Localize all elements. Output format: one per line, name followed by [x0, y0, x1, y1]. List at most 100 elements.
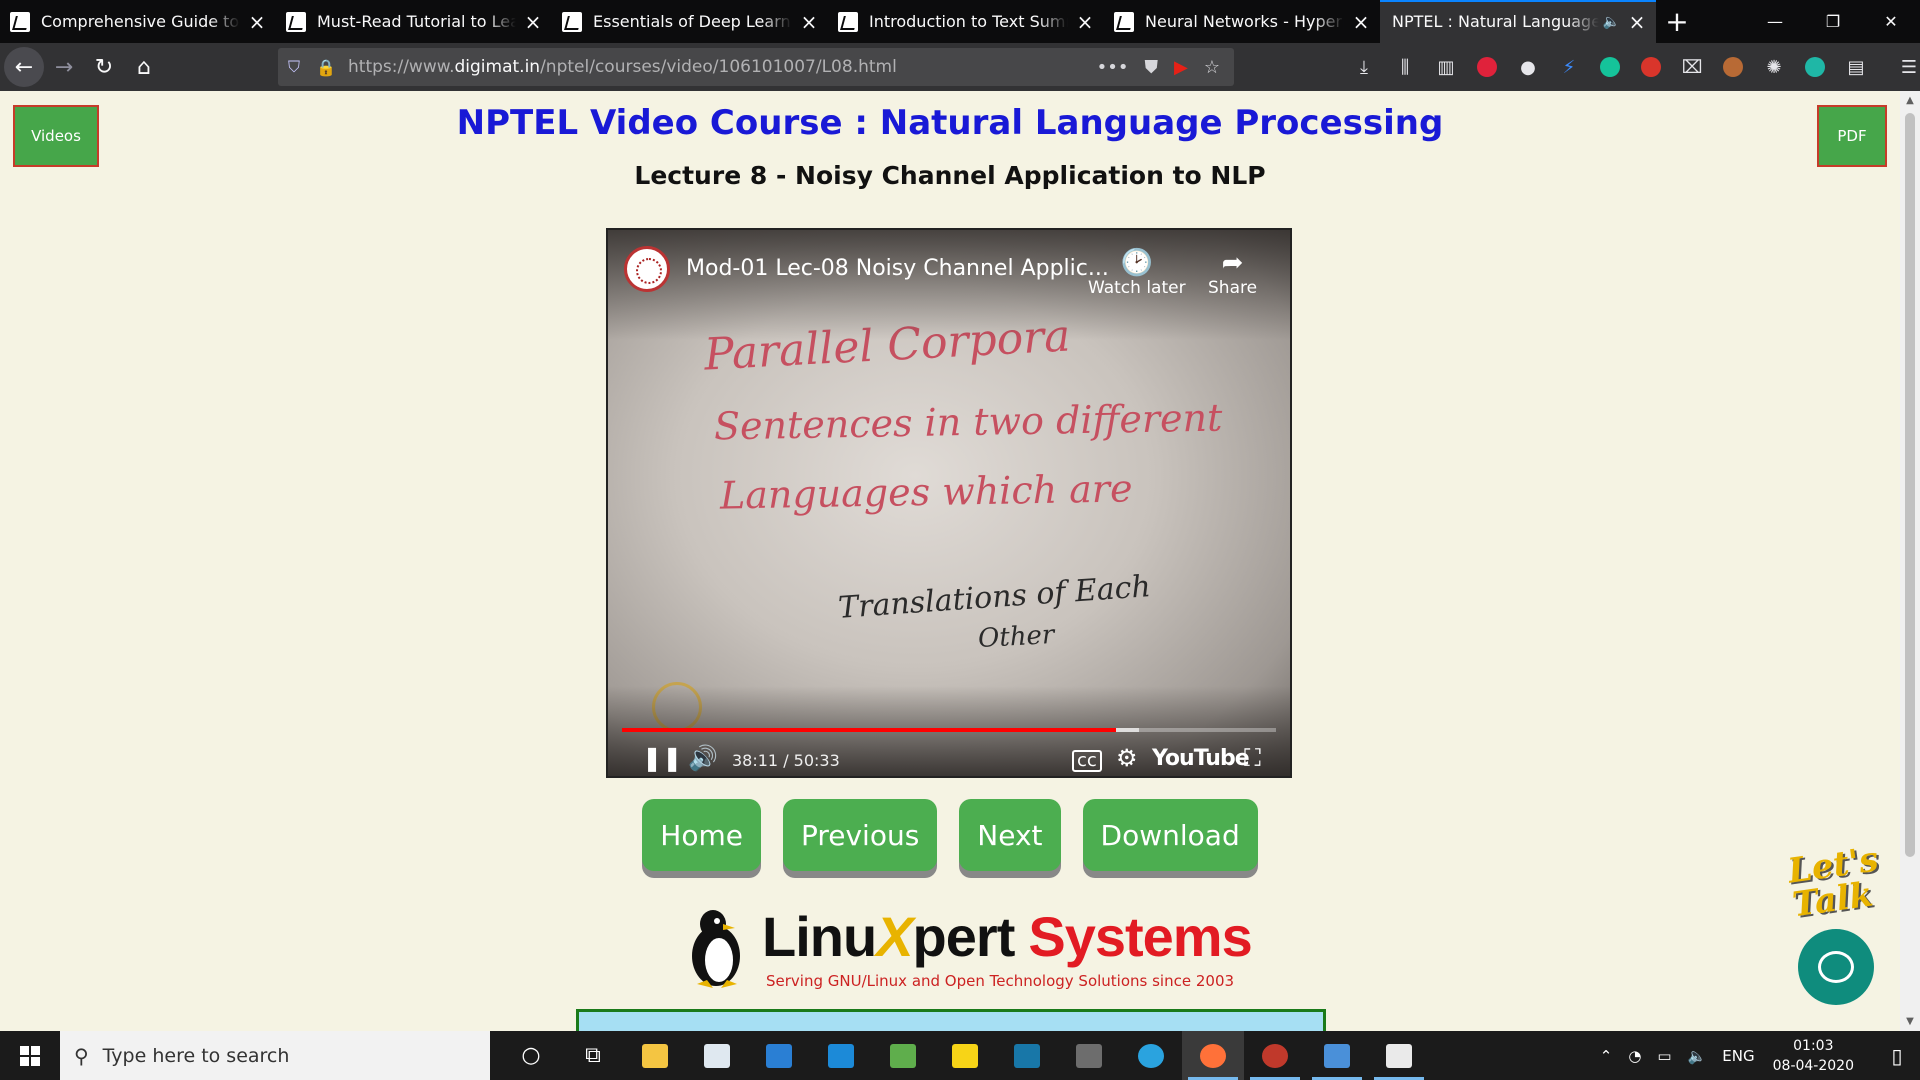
browser-tab[interactable]: Essentials of Deep Learning : Introducti… — [552, 0, 828, 43]
library-icon[interactable]: ⫼ — [1391, 53, 1419, 81]
watch-later-button[interactable]: 🕑 Watch later — [1088, 248, 1186, 298]
tray-expand-icon[interactable]: ⌃ — [1600, 1047, 1613, 1065]
logo-word-linu: Linu — [762, 905, 877, 968]
video-progress-bar[interactable] — [622, 728, 1276, 732]
youtube-video-player[interactable]: Parallel Corpora Sentences in two differ… — [606, 228, 1292, 778]
sticky-notes-icon[interactable] — [934, 1031, 996, 1080]
browser-tab[interactable]: Comprehensive Guide to Text Summarizatio… — [0, 0, 276, 43]
wifi-icon[interactable]: ◔ — [1628, 1047, 1641, 1065]
media-player-icon[interactable] — [1244, 1031, 1306, 1080]
settings-gear-icon[interactable]: ⚙ — [1116, 744, 1138, 772]
photos-icon[interactable] — [1368, 1031, 1430, 1080]
tab-title: Neural Networks - Hyperparameter Tuning — [1145, 12, 1344, 31]
menu-icon[interactable]: ☰ — [1895, 53, 1920, 81]
firefox-icon[interactable] — [1182, 1031, 1244, 1080]
ad-banner[interactable] — [576, 1009, 1326, 1031]
screenshot-icon[interactable]: ⌧ — [1678, 53, 1706, 81]
lock-icon[interactable]: 🔒 — [310, 58, 342, 77]
cookie-extension-icon[interactable] — [1719, 53, 1747, 81]
bolt-extension-icon[interactable]: ⚡ — [1555, 53, 1583, 81]
youtube-logo[interactable]: YouTube — [1152, 746, 1250, 771]
grammarly-icon[interactable] — [1596, 53, 1624, 81]
browser-tab[interactable]: Neural Networks - Hyperparameter Tuning … — [1104, 0, 1380, 43]
captions-button[interactable]: cc — [1072, 750, 1102, 772]
cortana-icon[interactable]: ○ — [500, 1031, 562, 1080]
speaker-icon[interactable]: 🔈 — [1603, 14, 1620, 30]
page-scrollbar[interactable]: ▲ ▼ — [1900, 91, 1920, 1031]
new-tab-button[interactable]: + — [1656, 0, 1698, 43]
taskbar-search[interactable]: ⚲ Type here to search — [60, 1031, 490, 1080]
file-explorer-icon[interactable] — [624, 1031, 686, 1080]
spreadsheet-icon[interactable] — [872, 1031, 934, 1080]
board-text-line: Translations of Each — [837, 569, 1152, 626]
scroll-down-arrow-icon[interactable]: ▼ — [1900, 1016, 1920, 1027]
share-button[interactable]: ➦ Share — [1208, 248, 1257, 298]
channel-avatar[interactable] — [624, 246, 670, 292]
telegram-icon[interactable] — [1120, 1031, 1182, 1080]
vscode-icon[interactable] — [810, 1031, 872, 1080]
tab-close-icon[interactable]: × — [1628, 10, 1646, 34]
url-text[interactable]: https://www.digimat.in/nptel/courses/vid… — [348, 57, 1097, 77]
network-app-icon[interactable] — [1306, 1031, 1368, 1080]
youtube-icon[interactable]: ▶ — [1174, 57, 1188, 78]
notes-extension-icon[interactable]: ▤ — [1842, 53, 1870, 81]
pocket-icon[interactable]: ⛊ — [1145, 57, 1159, 78]
video-title[interactable]: Mod-01 Lec-08 Noisy Channel Applic... — [686, 256, 1109, 281]
task-view-icon[interactable]: ⧉ — [562, 1031, 624, 1080]
browser-tab[interactable]: Introduction to Text Summarization × — [828, 0, 1104, 43]
teal-extension-icon[interactable] — [1801, 53, 1829, 81]
blocker-extension-icon[interactable] — [1473, 53, 1501, 81]
restore-button[interactable]: ❐ — [1804, 0, 1862, 43]
bookmark-star-icon[interactable]: ☆ — [1204, 57, 1220, 78]
url-domain: digimat.in — [454, 57, 541, 77]
browser-tab[interactable]: Must-Read Tutorial to Learn Sequence Mod… — [276, 0, 552, 43]
home-button[interactable]: Home — [642, 799, 761, 871]
mail-icon[interactable] — [748, 1031, 810, 1080]
clock[interactable]: 01:03 08-04-2020 — [1773, 1036, 1854, 1076]
lets-talk-teaser[interactable]: Let's Talk — [1785, 839, 1904, 925]
tracking-protection-shield-icon[interactable]: ⛉ — [278, 57, 310, 77]
settings-extension-icon[interactable]: ✺ — [1760, 53, 1788, 81]
back-button[interactable]: ← — [4, 47, 44, 87]
home-icon[interactable]: ⌂ — [124, 47, 164, 87]
next-button[interactable]: Next — [959, 799, 1061, 871]
toolbar-extensions: ⤓ ⫼ ▥ ● ⚡ ⌧ ✺ ▤ ☰ — [1350, 43, 1920, 91]
language-indicator[interactable]: ENG — [1722, 1047, 1754, 1065]
account-icon[interactable]: ● — [1514, 53, 1542, 81]
search-placeholder: Type here to search — [102, 1044, 290, 1067]
logo-word-pert: pert — [912, 905, 1016, 968]
scroll-up-arrow-icon[interactable]: ▲ — [1900, 95, 1920, 106]
tab-close-icon[interactable]: × — [248, 10, 266, 34]
notification-center-icon[interactable]: ▯ — [1874, 1031, 1920, 1080]
chat-launcher-button[interactable] — [1798, 929, 1874, 1005]
app-icon[interactable] — [1058, 1031, 1120, 1080]
tab-close-icon[interactable]: × — [1076, 10, 1094, 34]
download-icon[interactable]: ⤓ — [1350, 53, 1378, 81]
pause-button[interactable]: ❚❚ — [642, 744, 682, 772]
start-button[interactable] — [0, 1031, 60, 1080]
tab-title: Must-Read Tutorial to Learn Sequence Mod… — [317, 12, 516, 31]
notepad-icon[interactable] — [686, 1031, 748, 1080]
red-extension-icon[interactable] — [1637, 53, 1665, 81]
browser-tab-active[interactable]: NPTEL : Natural Language Processing 🔈 × — [1380, 0, 1656, 43]
reload-button[interactable]: ↻ — [84, 47, 124, 87]
scrollbar-thumb[interactable] — [1905, 113, 1915, 857]
page-actions-icon[interactable]: ••• — [1097, 57, 1129, 78]
address-bar[interactable]: ⛉ 🔒 https://www.digimat.in/nptel/courses… — [278, 48, 1234, 86]
download-button[interactable]: Download — [1082, 799, 1258, 871]
volume-icon[interactable]: 🔊 — [688, 744, 718, 772]
url-path: /nptel/courses/video/106101007/L08.html — [540, 57, 897, 77]
volume-tray-icon[interactable]: 🔈 — [1688, 1047, 1707, 1065]
battery-icon[interactable]: ▭ — [1657, 1047, 1671, 1065]
fullscreen-icon[interactable]: ⛶ — [1244, 744, 1261, 772]
sidebar-icon[interactable]: ▥ — [1432, 53, 1460, 81]
tab-close-icon[interactable]: × — [800, 10, 818, 34]
forward-button[interactable]: → — [44, 47, 84, 87]
bookmark-app-icon[interactable] — [996, 1031, 1058, 1080]
minimize-button[interactable]: — — [1746, 0, 1804, 43]
close-window-button[interactable]: ✕ — [1862, 0, 1920, 43]
linuxpert-logo[interactable]: LinuXpert Systems Serving GNU/Linux and O… — [683, 905, 1253, 996]
tab-close-icon[interactable]: × — [1352, 10, 1370, 34]
previous-button[interactable]: Previous — [782, 799, 938, 871]
tab-close-icon[interactable]: × — [524, 10, 542, 34]
